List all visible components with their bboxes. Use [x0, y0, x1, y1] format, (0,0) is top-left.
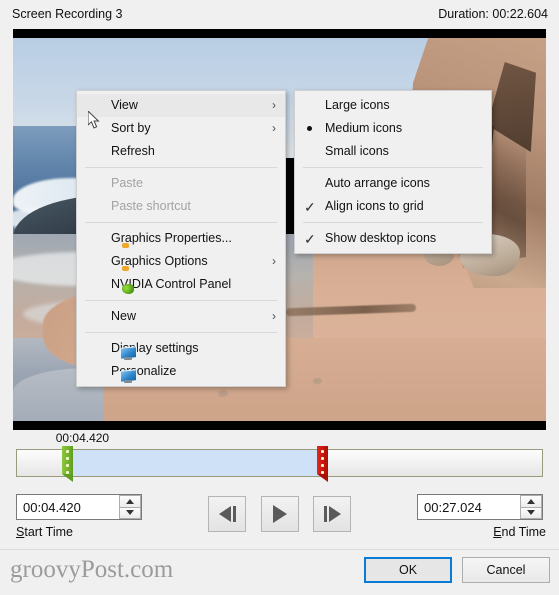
menu-item-personalize[interactable]: Personalize	[77, 360, 285, 383]
menu-item-label: Paste shortcut	[111, 199, 191, 213]
duration-label: Duration: 00:22.604	[438, 7, 548, 21]
trim-end-handle[interactable]	[316, 446, 328, 482]
end-time-increment-button[interactable]	[520, 495, 542, 507]
end-time-decrement-button[interactable]	[520, 506, 542, 519]
submenu-item-label: Show desktop icons	[325, 231, 437, 245]
ok-button[interactable]: OK	[364, 557, 452, 583]
mouse-cursor-icon	[88, 111, 100, 129]
trim-end-handle-body	[316, 446, 328, 474]
menu-item-refresh[interactable]: Refresh	[77, 140, 285, 163]
scene-pebble	[313, 378, 322, 384]
menu-separator	[85, 222, 277, 223]
menu-item-paste: Paste	[77, 172, 285, 195]
submenu-item-small-icons[interactable]: Small icons	[295, 140, 491, 163]
submenu-item-label: Small icons	[325, 144, 389, 158]
caret-up-icon	[126, 498, 134, 504]
scene-pebble	[218, 390, 228, 397]
trim-end-handle-tip	[316, 474, 328, 482]
menu-item-nvidia-control-panel[interactable]: NVIDIA Control Panel	[77, 273, 285, 296]
footer-divider	[0, 549, 559, 550]
caret-down-icon	[527, 510, 535, 516]
submenu-item-auto-arrange-icons[interactable]: Auto arrange icons	[295, 172, 491, 195]
desktop-context-menu[interactable]: View › Sort by › Refresh Paste Paste shortcut G…	[76, 90, 286, 387]
menu-item-label: Sort by	[111, 121, 151, 135]
title-bar: Screen Recording 3 Duration: 00:22.604	[0, 0, 559, 29]
play-button[interactable]	[261, 496, 299, 532]
trim-start-handle[interactable]	[61, 446, 73, 482]
end-time-label-accel: E	[493, 525, 502, 539]
start-time-increment-button[interactable]	[119, 495, 141, 507]
end-time-label: End Time	[493, 525, 546, 539]
submenu-item-align-icons-to-grid[interactable]: ✓ Align icons to grid	[295, 195, 491, 218]
previous-frame-button[interactable]	[208, 496, 246, 532]
chevron-right-icon: ›	[272, 309, 276, 323]
menu-item-display-settings[interactable]: Display settings	[77, 337, 285, 360]
chevron-right-icon: ›	[272, 121, 276, 135]
trim-start-handle-tip	[61, 474, 73, 482]
chevron-right-icon: ›	[272, 98, 276, 112]
end-time-label-rest: nd Time	[501, 525, 546, 539]
start-time-label: Start Time	[16, 525, 73, 539]
menu-item-graphics-options[interactable]: Graphics Options ›	[77, 250, 285, 273]
menu-item-graphics-properties[interactable]: Graphics Properties...	[77, 227, 285, 250]
submenu-item-label: Medium icons	[325, 121, 403, 135]
checkmark-icon: ✓	[304, 199, 316, 215]
trim-start-handle-body	[61, 446, 73, 474]
menu-separator	[85, 300, 277, 301]
caret-down-icon	[126, 510, 134, 516]
next-frame-button[interactable]	[313, 496, 351, 532]
submenu-item-medium-icons[interactable]: Medium icons	[295, 117, 491, 140]
page-title: Screen Recording 3	[12, 7, 123, 21]
submenu-item-show-desktop-icons[interactable]: ✓ Show desktop icons	[295, 227, 491, 250]
video-preview[interactable]: View › Sort by › Refresh Paste Paste shortcut G…	[13, 29, 546, 430]
menu-item-paste-shortcut: Paste shortcut	[77, 195, 285, 218]
menu-item-label: New	[111, 309, 137, 323]
menu-separator	[85, 332, 277, 333]
watermark: groovyPost.com	[10, 556, 174, 583]
view-submenu[interactable]: Large icons Medium icons Small icons Auto a…	[294, 90, 492, 254]
trim-timeline-track[interactable]	[16, 449, 543, 477]
checkmark-icon: ✓	[304, 231, 316, 247]
end-time-spin-buttons[interactable]	[520, 495, 542, 519]
start-time-label-rest: tart Time	[24, 525, 73, 539]
menu-item-label: Refresh	[111, 144, 155, 158]
menu-item-label: Graphics Properties...	[111, 231, 232, 245]
caret-up-icon	[527, 498, 535, 504]
menu-item-label: Paste	[111, 176, 143, 190]
start-time-spin-buttons[interactable]	[119, 495, 141, 519]
menu-separator	[303, 167, 483, 168]
menu-item-new[interactable]: New ›	[77, 305, 285, 328]
previous-frame-icon	[218, 506, 236, 522]
menu-item-view[interactable]: View ›	[77, 94, 285, 117]
next-frame-icon	[323, 506, 341, 522]
play-icon	[273, 505, 287, 523]
menu-item-sort-by[interactable]: Sort by ›	[77, 117, 285, 140]
radio-selected-icon	[307, 126, 312, 131]
menu-separator	[303, 222, 483, 223]
submenu-item-label: Large icons	[325, 98, 390, 112]
chevron-right-icon: ›	[272, 254, 276, 268]
submenu-item-label: Align icons to grid	[325, 199, 424, 213]
playhead-time-label: 00:04.420	[55, 431, 110, 445]
trim-selection-range	[63, 450, 319, 476]
menu-separator	[85, 167, 277, 168]
submenu-item-label: Auto arrange icons	[325, 176, 430, 190]
start-time-decrement-button[interactable]	[119, 506, 141, 519]
start-time-spinner[interactable]	[16, 494, 142, 520]
submenu-item-large-icons[interactable]: Large icons	[295, 94, 491, 117]
cancel-button[interactable]: Cancel	[462, 557, 550, 583]
menu-item-label: View	[111, 98, 138, 112]
end-time-spinner[interactable]	[417, 494, 543, 520]
